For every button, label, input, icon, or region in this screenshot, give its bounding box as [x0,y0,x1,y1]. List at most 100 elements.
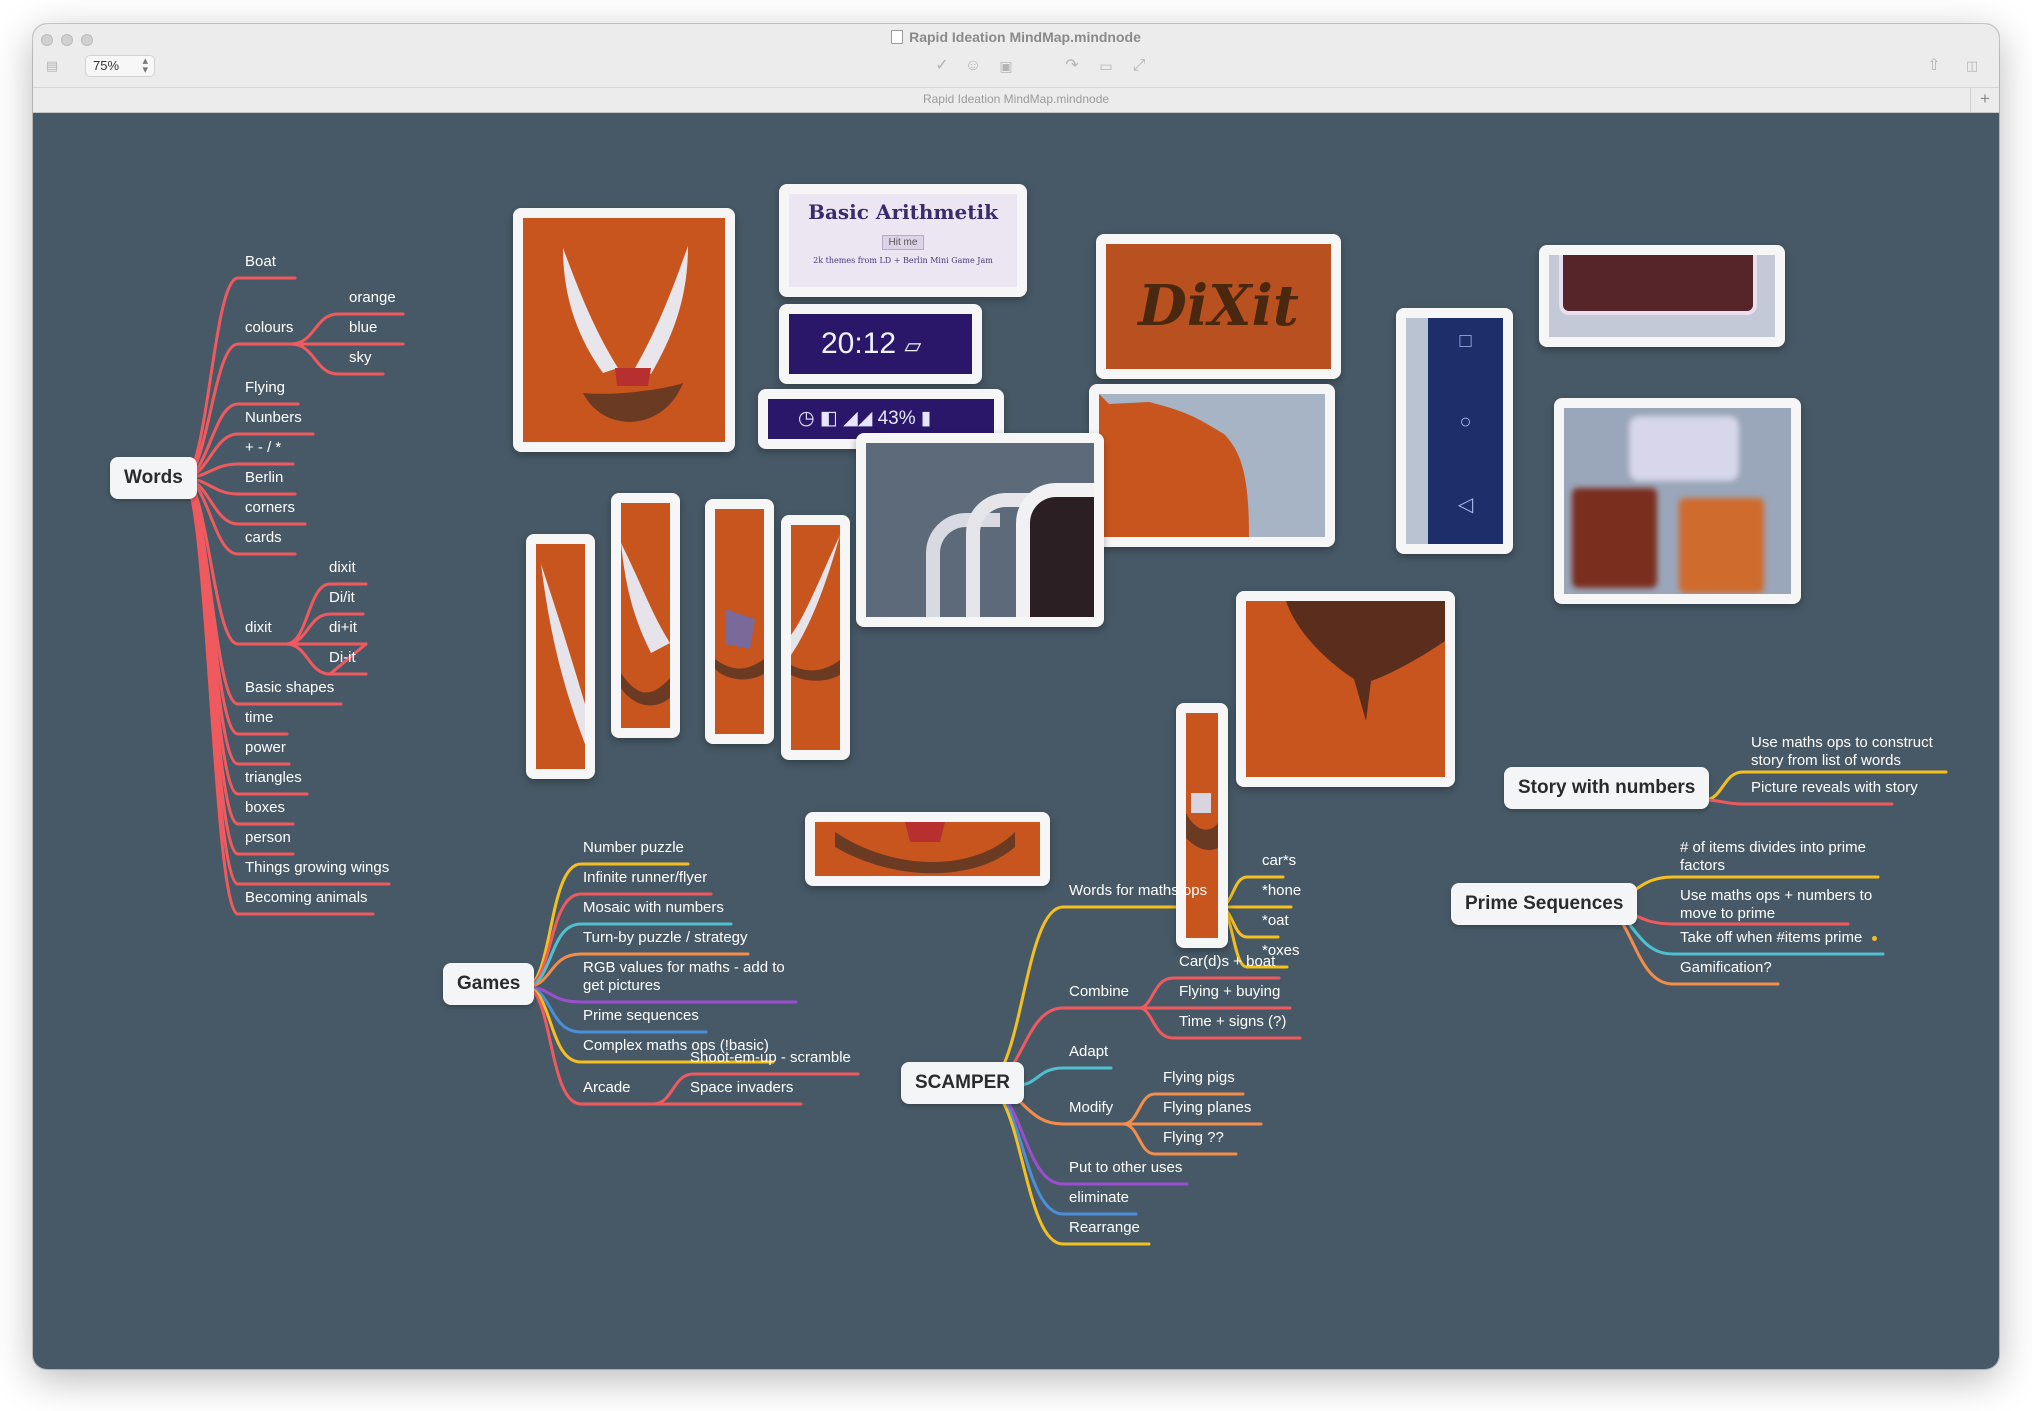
games-turn-by[interactable]: Turn-by puzzle / strategy [583,929,748,947]
words-root-node[interactable]: Words [110,457,197,499]
inspector-icon[interactable]: ◫ [1961,57,1983,75]
scamper-flying-qq[interactable]: Flying ?? [1163,1129,1224,1147]
prime-items-divides[interactable]: # of items divides into prime factors [1680,839,1866,875]
games-arcade[interactable]: Arcade [583,1079,631,1097]
words-boat[interactable]: Boat [245,253,276,271]
words-dixit-4[interactable]: Di-it [329,649,356,667]
prime-use-maths-line2: move to prime [1680,905,1776,922]
words-ops[interactable]: + - / * [245,439,281,457]
words-things-growing-wings[interactable]: Things growing wings [245,859,389,877]
words-time[interactable]: time [245,709,273,727]
prime-gamification[interactable]: Gamification? [1680,959,1772,977]
share-icon[interactable]: ⇧ [1923,57,1945,75]
scamper-time-signs[interactable]: Time + signs (?) [1179,1013,1286,1031]
scamper-oat[interactable]: *oat [1262,912,1289,930]
words-dixit-3[interactable]: di+it [329,619,357,637]
image-torn-card[interactable] [1089,384,1335,547]
story-use-maths-line2: story from list of words [1751,752,1902,769]
image-card-edges[interactable] [856,433,1104,627]
check-icon[interactable]: ✓ [931,57,953,75]
scamper-flying-buying[interactable]: Flying + buying [1179,983,1280,1001]
words-nunbers[interactable]: Nunbers [245,409,302,427]
words-blue[interactable]: blue [349,319,377,337]
collapse-icon[interactable]: ⤢ [1128,57,1150,75]
blur-card-shape [1572,488,1657,588]
games-shoot-em-up[interactable]: Shoot-em-up - scramble [690,1049,851,1067]
undo-icon[interactable]: ↷ [1061,57,1083,75]
link-icon[interactable]: ▭ [1095,57,1117,75]
image-blurry-cards[interactable] [1554,398,1801,604]
words-corners[interactable]: corners [245,499,295,517]
words-berlin[interactable]: Berlin [245,469,283,487]
scamper-flying-planes[interactable]: Flying planes [1163,1099,1251,1117]
sidebar-icon[interactable]: ▤ [41,57,63,75]
scamper-rearrange[interactable]: Rearrange [1069,1219,1140,1237]
words-becoming-animals[interactable]: Becoming animals [245,889,368,907]
blurry-cards-picture [1564,408,1791,594]
words-power[interactable]: power [245,739,286,757]
words-basic-shapes[interactable]: Basic shapes [245,679,334,697]
image-dixit-logo[interactable]: DiXit [1096,234,1341,379]
torn-card-picture [1099,394,1325,537]
words-triangles[interactable]: triangles [245,769,302,787]
smiley-icon[interactable]: ☺ [962,57,984,75]
scamper-combine[interactable]: Combine [1069,983,1129,1001]
image-phone-nav[interactable]: □ ○ ◁ [1396,308,1513,554]
image-flying-boat[interactable] [513,208,735,452]
words-boxes[interactable]: boxes [245,799,285,817]
add-tab-button[interactable]: + [1970,88,1999,112]
image-strip-2[interactable] [611,493,680,738]
story-use-maths[interactable]: Use maths ops to construct story from lis… [1751,734,1933,770]
games-root-node[interactable]: Games [443,963,535,1005]
scamper-root-node[interactable]: SCAMPER [901,1062,1025,1104]
words-orange[interactable]: orange [349,289,396,307]
image-boat-closeup[interactable] [1236,591,1455,787]
image-strip-6[interactable] [1176,703,1228,948]
mindmap-canvas[interactable]: Basic Arithmetik Hit me 2k themes from L… [33,112,1999,1369]
scamper-words-for-maths[interactable]: Words for maths ops [1069,882,1207,900]
image-clock[interactable]: 20:12 ▱ [779,304,982,384]
scamper-cars[interactable]: car*s [1262,852,1296,870]
words-person[interactable]: person [245,829,291,847]
story-root-node[interactable]: Story with numbers [1504,767,1710,809]
dixit-logo-text: DiXit [1138,273,1299,339]
scamper-eliminate[interactable]: eliminate [1069,1189,1129,1207]
scamper-put-to-other-uses[interactable]: Put to other uses [1069,1159,1182,1177]
scamper-modify[interactable]: Modify [1069,1099,1113,1117]
image-strip-5[interactable] [805,812,1050,886]
words-flying[interactable]: Flying [245,379,285,397]
zoom-select[interactable]: 75% ▴ ▾ [85,55,155,77]
scamper-flying-pigs[interactable]: Flying pigs [1163,1069,1235,1087]
image-card-corners[interactable] [1539,245,1785,347]
circle-icon: ○ [1459,411,1472,433]
words-sky[interactable]: sky [349,349,372,367]
window-toolbar: Rapid Ideation MindMap.mindnode ▤ 75% ▴ ▾ … [33,24,1999,113]
games-rgb-values[interactable]: RGB values for maths - add to get picture… [583,959,785,995]
prime-use-maths-line1: Use maths ops + numbers to [1680,887,1873,904]
back-triangle-icon: ◁ [1457,494,1474,516]
tab-document[interactable]: Rapid Ideation MindMap.mindnode [33,92,1999,106]
image-icon[interactable]: ▣ [995,57,1017,75]
boat-slice-shape [1186,793,1218,850]
scamper-adapt[interactable]: Adapt [1069,1043,1108,1061]
games-number-puzzle[interactable]: Number puzzle [583,839,684,857]
image-strip-1[interactable] [526,534,595,779]
image-strip-3[interactable] [705,499,774,744]
scamper-cards-boat[interactable]: Car(d)s + boat [1179,953,1275,971]
games-mosaic[interactable]: Mosaic with numbers [583,899,724,917]
games-space-invaders[interactable]: Space invaders [690,1079,793,1097]
prime-root-node[interactable]: Prime Sequences [1451,883,1638,925]
words-dixit-1[interactable]: dixit [329,559,356,577]
prime-take-off[interactable]: Take off when #items prime [1680,929,1862,947]
story-picture-reveals[interactable]: Picture reveals with story [1751,779,1918,797]
words-cards[interactable]: cards [245,529,282,547]
image-basic-arithmetik[interactable]: Basic Arithmetik Hit me 2k themes from L… [779,184,1027,297]
prime-use-maths[interactable]: Use maths ops + numbers to move to prime [1680,887,1872,923]
image-strip-4[interactable] [781,515,850,760]
words-dixit-2[interactable]: Di/it [329,589,355,607]
words-dixit[interactable]: dixit [245,619,272,637]
games-prime-sequences[interactable]: Prime sequences [583,1007,699,1025]
scamper-hone[interactable]: *hone [1262,882,1301,900]
words-colours[interactable]: colours [245,319,293,337]
games-infinite-runner[interactable]: Infinite runner/flyer [583,869,707,887]
